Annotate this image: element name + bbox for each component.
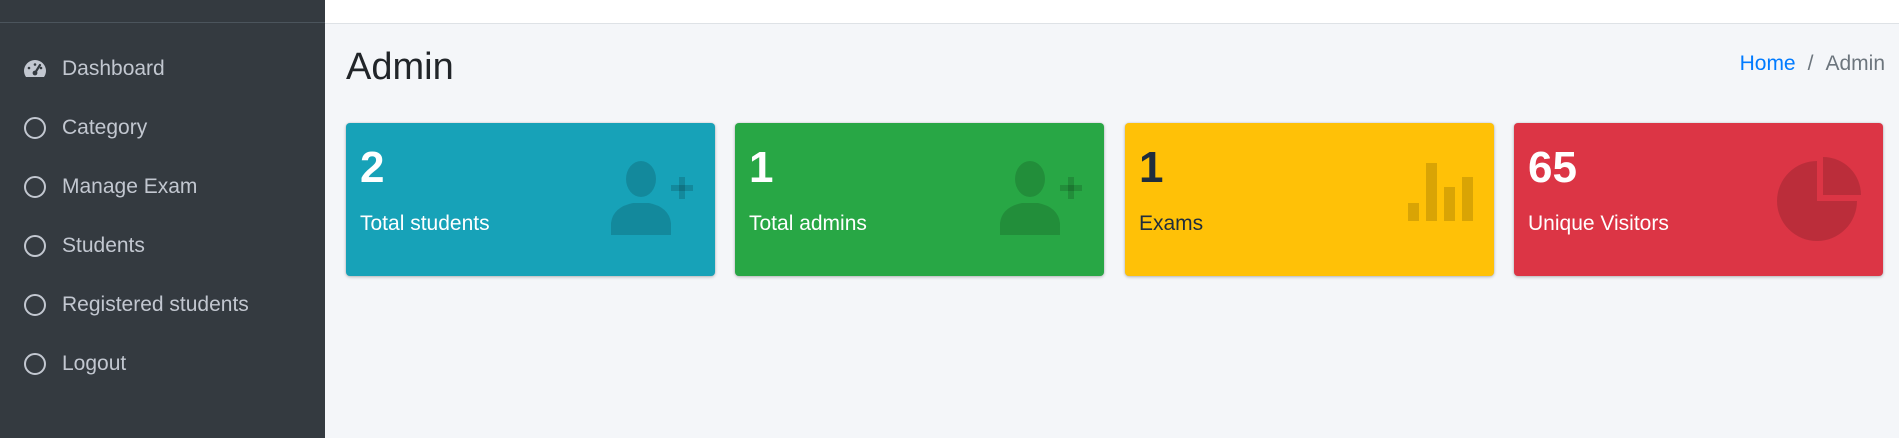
stat-box-unique-visitors[interactable]: 65 Unique Visitors [1514,123,1883,276]
sidebar-item-students[interactable]: Students [0,216,325,275]
user-plus-icon [611,159,697,240]
user-plus-icon [1000,159,1086,240]
sidebar-brand-area [0,0,325,23]
stat-value: 1 [1139,143,1164,192]
circle-icon [22,233,48,259]
sidebar-item-label: Students [62,233,145,257]
circle-icon [22,292,48,318]
circle-icon [22,174,48,200]
stat-label: Total students [360,212,490,235]
sidebar: Dashboard Category Manage Exam Students … [0,0,325,438]
stat-box-exams[interactable]: 1 Exams [1125,123,1494,276]
stat-label: Total admins [749,212,867,235]
sidebar-item-registered-students[interactable]: Registered students [0,275,325,334]
top-navbar [325,0,1899,24]
sidebar-item-label: Logout [62,351,127,375]
stat-label: Unique Visitors [1528,212,1669,235]
sidebar-item-label: Registered students [62,292,249,316]
stat-box-total-students[interactable]: 2 Total students [346,123,715,276]
sidebar-item-label: Manage Exam [62,174,198,198]
stat-value: 65 [1528,143,1577,192]
stat-label: Exams [1139,212,1204,235]
sidebar-item-logout[interactable]: Logout [0,334,325,393]
breadcrumb-home-link[interactable]: Home [1740,52,1796,76]
breadcrumb-separator: / [1807,52,1814,75]
circle-icon [22,115,48,141]
sidebar-item-label: Category [62,115,148,139]
circle-icon [22,351,48,377]
pie-chart-icon [1777,155,1863,246]
breadcrumb-current: Admin [1825,52,1885,75]
stat-value: 2 [360,143,385,192]
stat-value: 1 [749,143,774,192]
stat-box-total-admins[interactable]: 1 Total admins [735,123,1104,276]
page-title: Admin [346,46,454,88]
sidebar-item-label: Dashboard [62,56,165,80]
content-area: Admin Home / Admin 2 Total students 1 To… [325,24,1899,438]
sidebar-item-manage-exam[interactable]: Manage Exam [0,157,325,216]
breadcrumb: Home / Admin [1740,52,1885,76]
tachometer-icon [22,56,48,82]
sidebar-item-category[interactable]: Category [0,98,325,157]
sidebar-item-dashboard[interactable]: Dashboard [0,39,325,98]
bar-chart-icon [1406,159,1476,228]
sidebar-nav: Dashboard Category Manage Exam Students … [0,23,325,393]
